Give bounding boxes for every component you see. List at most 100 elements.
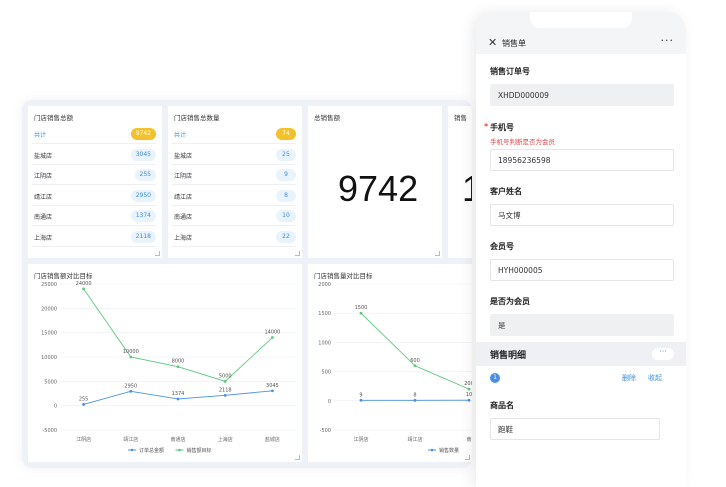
data-label: 3045 [266, 383, 279, 389]
x-tick-label: 江阴店 [76, 436, 91, 443]
data-point [413, 364, 417, 368]
section-more-button[interactable]: ··· [652, 348, 674, 360]
store-row: 上海店 22 [172, 227, 296, 247]
order-no-label: 销售订单号 [490, 67, 530, 76]
sales-qty-chart: 2000 1500 1000 500 0 -500 江阴店 靖江店 南 9 8 10 1500 600 20… [318, 282, 472, 454]
y-tick-label: 15000 [41, 331, 57, 337]
row-label: 上海店 [174, 234, 193, 242]
y-tick-label: 10000 [41, 355, 57, 361]
data-label: 14000 [264, 330, 280, 336]
product-label: 商品名 [490, 401, 514, 410]
y-tick-label: -5000 [42, 428, 57, 434]
order-no-field: XHDD000009 [490, 84, 674, 106]
y-tick-label: 2000 [318, 282, 331, 288]
data-label: 255 [79, 396, 89, 402]
member-no-field[interactable]: HYH000005 [490, 259, 674, 281]
total-sales-card: 总销售额 9742 [308, 106, 442, 258]
x-tick-label: 上海店 [218, 436, 233, 443]
legend-marker [430, 448, 434, 452]
row-value-badge: 3045 [130, 148, 156, 161]
series-line [360, 312, 470, 390]
x-tick-label: 南通店 [170, 436, 185, 443]
collapse-link[interactable]: 收起 [648, 373, 662, 383]
legend-label: 销售额目标 [187, 447, 212, 454]
y-tick-label: 1500 [318, 311, 331, 317]
resize-handle[interactable] [435, 251, 440, 256]
data-label: 9 [359, 392, 362, 398]
is-member-label: 是否为会员 [490, 297, 530, 306]
row-label: 上海店 [34, 234, 53, 242]
store-total-card: 门店销售总额 共计 9742 盐城店 3045 江阴店 255 靖江店 2950 南通店 1374… [28, 106, 162, 258]
required-mark: * [484, 122, 489, 131]
row-value-badge: 9 [276, 169, 296, 181]
legend-marker [178, 448, 181, 452]
row-label: 共计 [174, 132, 187, 139]
resize-handle[interactable] [465, 455, 470, 460]
data-label: 5000 [219, 373, 232, 379]
data-label: 10 [466, 392, 472, 398]
sales-detail-section: 销售明细 ··· [476, 342, 686, 366]
legend-label: 订单总金额 [139, 447, 164, 454]
resize-handle[interactable] [155, 251, 160, 256]
data-point [223, 379, 227, 383]
resize-handle[interactable] [295, 455, 300, 460]
partial-card: 销售 1 [448, 106, 472, 258]
x-tick-label: 南 [466, 436, 471, 443]
member-no-label: 会员号 [490, 242, 514, 251]
data-point [467, 398, 471, 402]
store-row: 江阴店 255 [32, 165, 156, 185]
is-member-field: 是 [490, 314, 674, 336]
more-icon[interactable]: ··· [661, 34, 675, 47]
data-label: 1374 [172, 391, 185, 397]
total-row: 共计 74 [172, 124, 296, 144]
sales-qty-chart-card: 门店销售量对比目标 2000 1500 1000 500 0 -500 江阴店 靖江店南 9 8 1… [308, 264, 472, 462]
data-point [271, 389, 274, 393]
mobile-form-window: ✕ 销售单 ··· 销售订单号 XHDD000009 * 手机号 手机号判断是否为… [476, 12, 686, 487]
phone-hint: 手机号判断是否为会员 [490, 138, 555, 146]
phone-field[interactable]: 18956236598 [490, 149, 674, 171]
form-title: 销售单 [502, 39, 526, 48]
data-point [359, 311, 363, 315]
row-value-badge: 8 [276, 189, 296, 202]
legend-label: 销售数量 [439, 447, 459, 454]
item-index-badge: 1 [490, 373, 500, 383]
data-label: 600 [410, 358, 420, 364]
x-tick-label: 靖江店 [407, 436, 422, 443]
x-tick-label: 盐城店 [265, 436, 280, 443]
y-tick-label: 5000 [44, 379, 57, 385]
resize-handle[interactable] [295, 251, 300, 256]
data-point [223, 393, 227, 397]
delete-link[interactable]: 删除 [622, 373, 636, 383]
partial-card-value: 1 [462, 168, 472, 210]
store-row: 上海店 2118 [32, 227, 156, 247]
row-label: 盐城店 [174, 152, 193, 160]
row-label: 靖江店 [34, 193, 53, 201]
y-tick-label: 0 [328, 399, 331, 405]
row-label: 南通店 [34, 214, 53, 221]
product-field[interactable]: 跑鞋 [490, 418, 660, 440]
legend-marker [130, 448, 134, 452]
y-tick-label: 500 [321, 370, 331, 376]
screenshot: 门店销售总额 共计 9742 盐城店 3045 江阴店 255 靖江店 2950 南通店 1374… [0, 0, 726, 487]
row-value-badge: 10 [276, 210, 296, 222]
row-label: 江阴店 [34, 173, 53, 180]
data-point [129, 355, 133, 359]
row-value-badge: 74 [276, 128, 296, 140]
close-icon[interactable]: ✕ [488, 36, 497, 49]
data-point [82, 403, 85, 406]
row-label: 共计 [34, 132, 47, 139]
data-point [413, 398, 417, 402]
row-label: 南通店 [174, 214, 193, 221]
row-value-badge: 22 [276, 230, 296, 243]
data-point [359, 398, 363, 402]
x-tick-label: 江阴店 [353, 436, 368, 443]
data-label: 2950 [124, 383, 137, 389]
row-value-badge: 25 [276, 148, 296, 161]
store-row: 盐城店 25 [172, 145, 296, 165]
row-label: 靖江店 [174, 193, 193, 201]
row-value-badge: 9742 [130, 128, 156, 140]
sales-amount-chart: 25000 20000 15000 10000 5000 0 -5000 江阴店 靖江店 南通店 上… [41, 281, 296, 454]
customer-field[interactable]: 马文博 [490, 204, 674, 226]
form-body: 销售订单号 XHDD000009 * 手机号 手机号判断是否为会员 1895623… [476, 54, 686, 487]
data-point [176, 365, 180, 369]
